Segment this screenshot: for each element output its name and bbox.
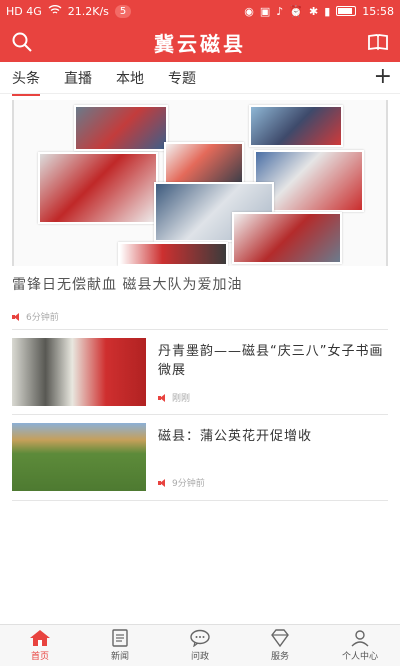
app-header: 冀云磁县 (0, 22, 400, 62)
nav-inquiry[interactable]: 问政 (160, 625, 240, 666)
timestamp: 9分钟前 (172, 479, 205, 489)
nav-label: 新闻 (110, 652, 129, 662)
timestamp: 6分钟前 (26, 313, 59, 323)
divider (12, 500, 388, 501)
home-icon (29, 629, 51, 647)
speaker-icon (12, 312, 22, 321)
signal-icon: ▮ (324, 4, 331, 18)
nav-news[interactable]: 新闻 (80, 625, 160, 666)
net-speed: 21.2K/s (67, 4, 109, 18)
category-tabs: 头条 直播 本地 专题 + (0, 62, 400, 96)
nav-profile[interactable]: 个人中心 (320, 625, 400, 666)
add-channel-icon[interactable]: + (374, 64, 392, 89)
newspaper-icon (109, 629, 131, 647)
list-item[interactable]: 磁县：蒲公英花开促增收 9分钟前 (12, 423, 388, 503)
nav-services[interactable]: 服务 (240, 625, 320, 666)
book-icon[interactable] (366, 30, 390, 54)
nav-label: 服务 (270, 652, 289, 662)
nav-label: 问政 (190, 652, 209, 662)
nav-home[interactable]: 首页 (0, 625, 80, 666)
speaker-icon (158, 478, 168, 487)
divider (12, 414, 388, 415)
search-icon[interactable] (10, 30, 34, 54)
app-title: 冀云磁县 (154, 31, 246, 56)
status-bar: HD 4G 21.2K/s 5 ◉ ▣ ♪ ⏰ ✱ ▮ 15:58 (0, 0, 400, 22)
wifi-icon (48, 4, 62, 18)
tab-local[interactable]: 本地 (116, 68, 144, 88)
article-thumbnail (12, 338, 146, 406)
feature-meta: 6分钟前 (12, 310, 388, 323)
clock: 15:58 (362, 4, 394, 18)
article-meta: 刚刚 (158, 391, 190, 404)
photo (74, 105, 168, 151)
user-icon (349, 629, 371, 647)
article-title: 磁县：蒲公英花开促增收 (158, 429, 313, 444)
divider (12, 329, 388, 330)
photo (249, 105, 343, 147)
article-title: 丹青墨韵——磁县“庆三八”女子书画微展 (158, 344, 384, 378)
speaker-icon (158, 393, 168, 402)
article-thumbnail (12, 423, 146, 491)
tab-live[interactable]: 直播 (64, 68, 92, 88)
bottom-nav: 首页 新闻 问政 服务 个人中心 (0, 624, 400, 666)
photo (38, 152, 158, 224)
nav-label: 个人中心 (341, 652, 378, 662)
tab-headlines[interactable]: 头条 (12, 68, 40, 96)
bluetooth-icon: ✱ (309, 4, 319, 18)
tab-topics[interactable]: 专题 (168, 68, 196, 88)
nav-label: 首页 (30, 652, 49, 662)
feature-headline: 雷锋日无偿献血 磁县大队为爱加油 (12, 277, 243, 293)
feature-image (12, 100, 388, 266)
article-meta: 9分钟前 (158, 476, 205, 489)
network-indicator: HD 4G (6, 4, 42, 18)
photo (118, 242, 228, 266)
mute-icon: ♪ (276, 4, 284, 18)
chat-icon (189, 629, 211, 648)
timestamp: 刚刚 (172, 394, 191, 404)
feature-article[interactable]: 雷锋日无偿献血 磁县大队为爱加油 6分钟前 (12, 100, 388, 323)
alarm-icon: ⏰ (289, 4, 304, 18)
eye-icon: ◉ (244, 4, 254, 18)
photo (232, 212, 342, 264)
battery-icon (336, 6, 357, 16)
nfc-icon: ▣ (259, 4, 271, 18)
diamond-icon (269, 629, 291, 648)
notification-count-badge: 5 (114, 4, 132, 18)
list-item[interactable]: 丹青墨韵——磁县“庆三八”女子书画微展 刚刚 (12, 338, 388, 418)
